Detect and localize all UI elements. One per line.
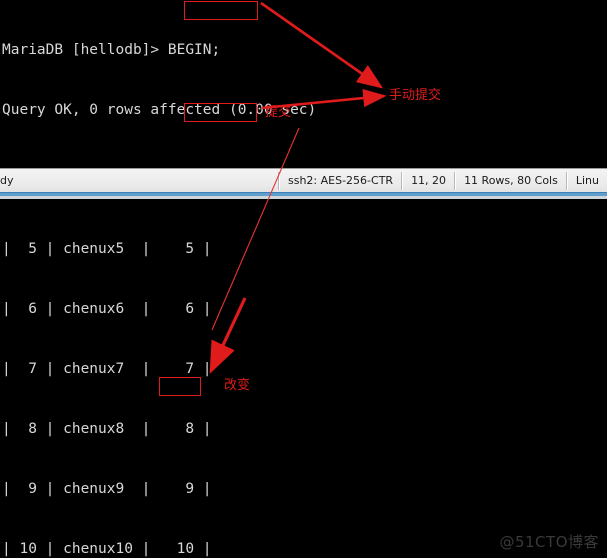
annotation-commit-note: 提交 [265, 105, 292, 120]
terminal-line: | 9 | chenux9 | 9 | [2, 481, 212, 497]
terminal-pane-top[interactable]: MariaDB [hellodb]> BEGIN; Query OK, 0 ro… [0, 0, 607, 538]
terminal-line: | 5 | chenux5 | 5 | [2, 241, 212, 257]
annotation-manual-commit: 手动提交 [389, 88, 442, 103]
watermark: @51CTO博客 [499, 533, 599, 551]
terminal-line: | 7 | chenux7 | 7 | [2, 361, 212, 377]
status-cursor-position: 11, 20 [411, 174, 447, 187]
terminal-line: MariaDB [hellodb]> BEGIN; [2, 42, 221, 58]
screenshot-root: MariaDB [hellodb]> BEGIN; Query OK, 0 ro… [0, 0, 607, 558]
terminal-line: Query OK, 0 rows affected (0.00 sec) [2, 102, 317, 118]
status-bar: dy ssh2: AES-256-CTR 11, 20 11 Rows, 80 … [0, 168, 607, 200]
status-terminal-type: Linu [575, 174, 599, 187]
annotation-changed-note: 改变 [224, 378, 251, 393]
terminal-line: | 6 | chenux6 | 6 | [2, 301, 212, 317]
terminal-pane-bottom[interactable]: | 5 | chenux5 | 5 | | 6 | chenux6 | 6 | … [0, 199, 607, 558]
terminal-line: | 8 | chenux8 | 8 | [2, 421, 212, 437]
status-encryption: ssh2: AES-256-CTR [287, 174, 394, 187]
status-ready-text: dy [0, 174, 14, 187]
status-dimensions: 11 Rows, 80 Cols [464, 174, 558, 187]
